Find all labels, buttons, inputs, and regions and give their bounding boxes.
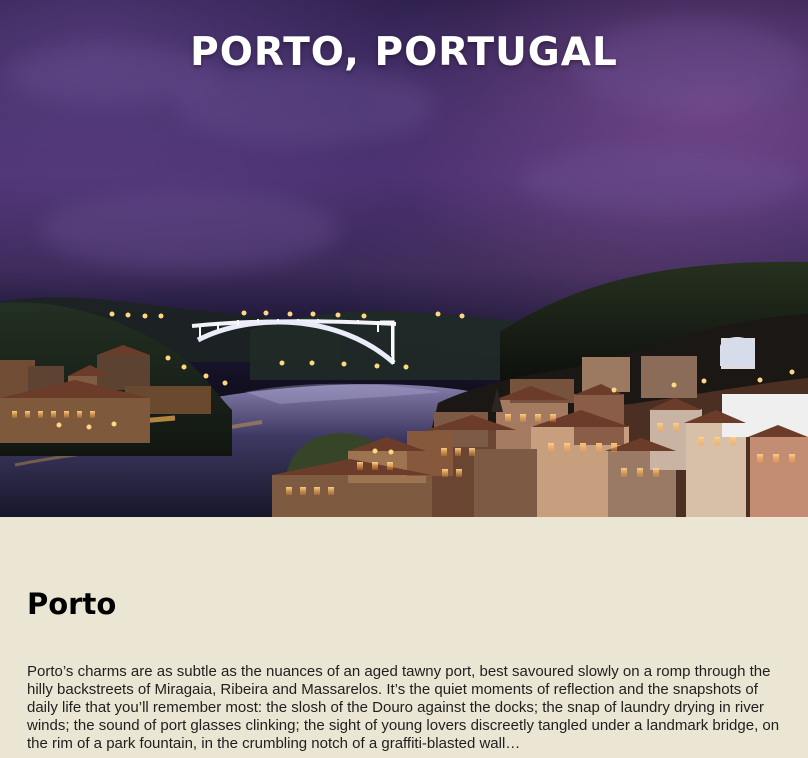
section-heading: Porto: [27, 587, 117, 621]
content-section: Porto Porto’s charms are as subtle as th…: [0, 517, 808, 758]
hero-title: PORTO, PORTUGAL: [190, 30, 618, 75]
hero-image: PORTO, PORTUGAL: [0, 0, 808, 517]
city-scene: [0, 261, 808, 517]
body-paragraph: Porto’s charms are as subtle as the nuan…: [27, 662, 780, 752]
church-dome: [720, 337, 755, 366]
